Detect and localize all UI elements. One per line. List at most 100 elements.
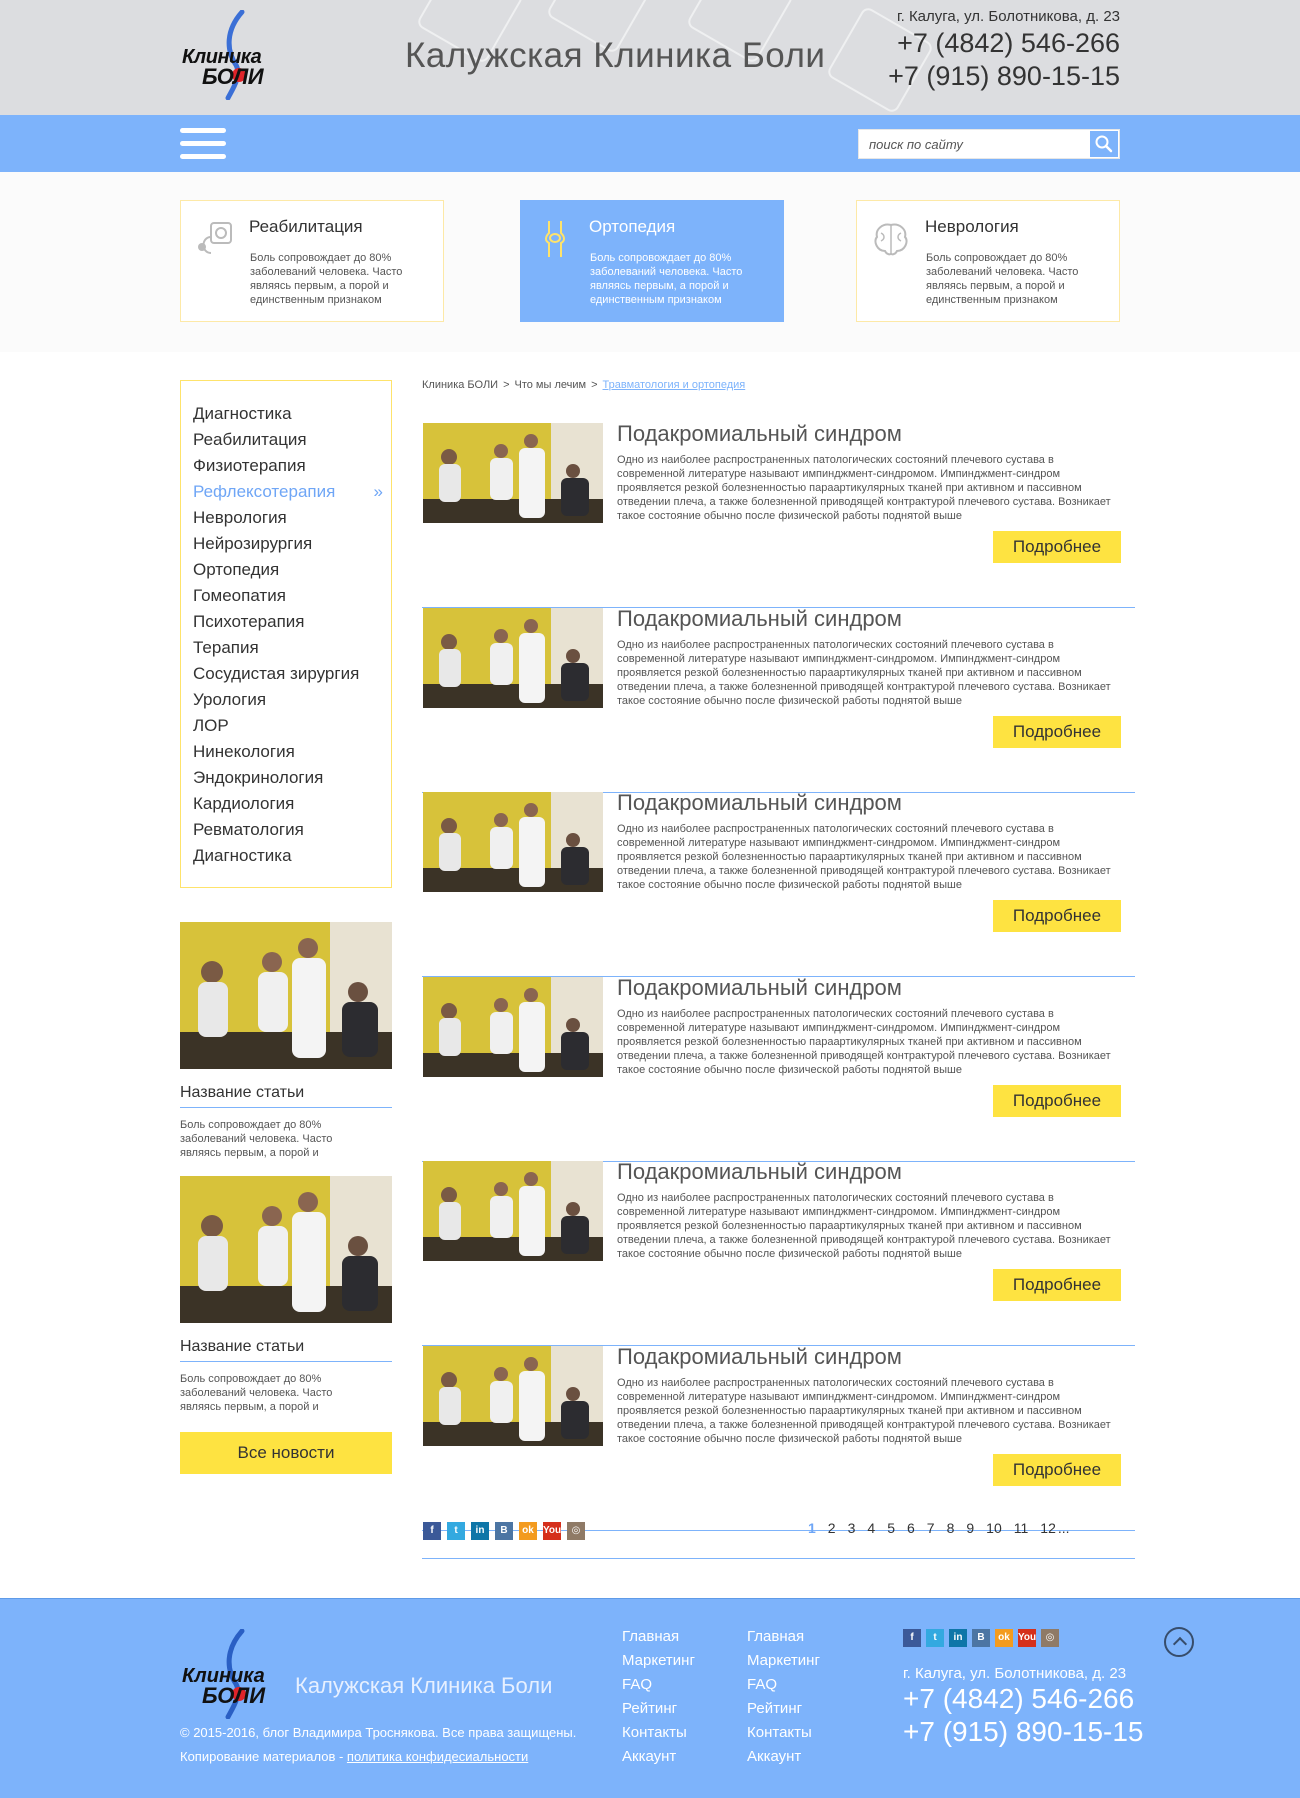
sidebar-item-rheumatology[interactable]: Ревматология xyxy=(181,817,391,843)
sidebar-item-psychotherapy[interactable]: Психотерапия xyxy=(181,609,391,635)
social-links: f t in Bok You ◎ xyxy=(423,1522,585,1540)
youtube-icon[interactable]: You xyxy=(1018,1629,1036,1647)
footer-link[interactable]: Аккаунт xyxy=(747,1745,820,1769)
breadcrumb-item[interactable]: Что мы лечим xyxy=(515,379,587,391)
read-more-button[interactable]: Подробнее xyxy=(993,531,1121,563)
footer-link[interactable]: Аккаунт xyxy=(622,1745,695,1769)
clinic-logo[interactable]: Клиника БОЛИ xyxy=(180,10,285,100)
sidebar-item-ent[interactable]: ЛОР xyxy=(181,713,391,739)
sidebar-item-therapy[interactable]: Терапия xyxy=(181,635,391,661)
page-link[interactable]: 6 xyxy=(907,1520,915,1536)
footer-logo[interactable]: Клиника БОЛИ xyxy=(180,1629,285,1719)
footer-phone-2[interactable]: +7 (915) 890-15-15 xyxy=(903,1716,1144,1748)
page-link[interactable]: 10 xyxy=(986,1520,1002,1536)
scroll-to-top-icon[interactable] xyxy=(1164,1627,1194,1657)
footer-link[interactable]: FAQ xyxy=(622,1673,695,1697)
page-link[interactable]: 12 xyxy=(1040,1520,1056,1536)
article-title[interactable]: Подакромиальный синдром xyxy=(617,421,902,447)
all-news-button[interactable]: Все новости xyxy=(180,1432,392,1474)
privacy-policy-link[interactable]: политика конфидесиальности xyxy=(347,1749,528,1764)
footer-link[interactable]: Маркетинг xyxy=(747,1649,820,1673)
sidebar-item-cardiology[interactable]: Кардиология xyxy=(181,791,391,817)
instagram-icon[interactable]: ◎ xyxy=(1041,1629,1059,1647)
vk-icon[interactable]: B xyxy=(495,1522,513,1540)
hamburger-menu-icon[interactable] xyxy=(180,128,226,161)
page-link[interactable]: 2 xyxy=(828,1520,836,1536)
sidebar-item-gynecology[interactable]: Нинекология xyxy=(181,739,391,765)
footer-link[interactable]: Рейтинг xyxy=(622,1697,695,1721)
sidebar-item-physiotherapy[interactable]: Физиотерапия xyxy=(181,453,391,479)
page-link[interactable]: 11 xyxy=(1014,1520,1029,1536)
sidebar-item-endocrinology[interactable]: Эндокринология xyxy=(181,765,391,791)
footer-phone-1[interactable]: +7 (4842) 546-266 xyxy=(903,1683,1134,1715)
read-more-button[interactable]: Подробнее xyxy=(993,900,1121,932)
search-input[interactable] xyxy=(859,130,1089,158)
sidebar-item-orthopedics[interactable]: Ортопедия xyxy=(181,557,391,583)
odnoklassniki-icon[interactable]: ok xyxy=(519,1522,537,1540)
read-more-button[interactable]: Подробнее xyxy=(993,1269,1121,1301)
read-more-button[interactable]: Подробнее xyxy=(993,1084,1121,1117)
breadcrumb-item[interactable]: Клиника БОЛИ xyxy=(422,379,498,391)
sidebar-item-reflexotherapy[interactable]: Рефлексотерапия» xyxy=(181,479,391,505)
sidebar-item-urology[interactable]: Урология xyxy=(181,687,391,713)
article-title[interactable]: Подакромиальный синдром xyxy=(617,975,902,1001)
footer-link[interactable]: FAQ xyxy=(747,1673,820,1697)
footer-link[interactable]: Рейтинг xyxy=(747,1697,820,1721)
sidebar-item-rehabilitation[interactable]: Реабилитация xyxy=(181,427,391,453)
page-link[interactable]: 8 xyxy=(947,1520,955,1536)
sidebar-article-title[interactable]: Название статьи xyxy=(180,1338,392,1362)
page-link[interactable]: 9 xyxy=(966,1520,974,1536)
footer-link[interactable]: Главная xyxy=(747,1625,820,1649)
sidebar-item-neurology[interactable]: Неврология xyxy=(181,505,391,531)
chevron-right-icon: » xyxy=(373,482,383,501)
twitter-icon[interactable]: t xyxy=(447,1522,465,1540)
page-link[interactable]: 4 xyxy=(867,1520,875,1536)
article-title[interactable]: Подакромиальный синдром xyxy=(617,1159,902,1185)
footer-link[interactable]: Контакты xyxy=(622,1721,695,1745)
footer-link[interactable]: Маркетинг xyxy=(622,1649,695,1673)
vk-icon[interactable]: B xyxy=(972,1629,990,1647)
page-link[interactable]: 7 xyxy=(927,1520,935,1536)
sidebar-article-title[interactable]: Название статьи xyxy=(180,1084,392,1108)
article-title[interactable]: Подакромиальный синдром xyxy=(617,606,902,632)
page-link[interactable]: 1 xyxy=(808,1520,816,1536)
article-title[interactable]: Подакромиальный синдром xyxy=(617,790,902,816)
service-card-neurology[interactable]: Неврология Боль сопровождает до 80% забо… xyxy=(856,200,1120,322)
sidebar-menu: Диагностика Реабилитация Физиотерапия Ре… xyxy=(180,380,392,888)
sidebar-item-homeopathy[interactable]: Гомеопатия xyxy=(181,583,391,609)
sidebar-article-desc: Боль сопровождает до 80% заболеваний чел… xyxy=(180,1373,333,1413)
twitter-icon[interactable]: t xyxy=(926,1629,944,1647)
facebook-icon[interactable]: f xyxy=(423,1522,441,1540)
sidebar-item-diagnostics-2[interactable]: Диагностика xyxy=(181,843,391,869)
header-address: г. Калуга, ул. Болотникова, д. 23 xyxy=(896,8,1120,25)
read-more-button[interactable]: Подробнее xyxy=(993,715,1121,748)
sidebar-item-diagnostics[interactable]: Диагностика xyxy=(181,401,391,427)
sidebar-item-vascular-surgery[interactable]: Сосудистая зирургия xyxy=(181,661,391,687)
sidebar-item-neurosurgery[interactable]: Нейрозирургия xyxy=(181,531,391,557)
sidebar-article[interactable]: Название статьи Боль сопровождает до 80%… xyxy=(180,922,392,1160)
footer-link[interactable]: Контакты xyxy=(747,1721,820,1745)
read-more-button[interactable]: Подробнее xyxy=(993,1453,1121,1486)
page-link[interactable]: 5 xyxy=(887,1520,895,1536)
logo-line-2: БОЛИ xyxy=(202,64,264,89)
linkedin-icon[interactable]: in xyxy=(471,1522,489,1540)
site-footer: Клиника БОЛИ Калужская Клиника Боли © 20… xyxy=(0,1598,1300,1798)
article-title[interactable]: Подакромиальный синдром xyxy=(617,1344,902,1370)
header-phone-1[interactable]: +7 (4842) 546-266 xyxy=(897,28,1120,59)
search-button[interactable] xyxy=(1090,131,1118,157)
service-card-rehabilitation[interactable]: Реабилитация Боль сопровождает до 80% за… xyxy=(180,200,444,322)
facebook-icon[interactable]: f xyxy=(903,1629,921,1647)
service-card-orthopedics[interactable]: Ортопедия Боль сопровождает до 80% забол… xyxy=(520,200,784,322)
youtube-icon[interactable]: You xyxy=(543,1522,561,1540)
footer-link[interactable]: Главная xyxy=(622,1625,695,1649)
linkedin-icon[interactable]: in xyxy=(949,1629,967,1647)
article-item: Подакромиальный синдром Одно из наиболее … xyxy=(422,1159,1135,1346)
breadcrumb-current[interactable]: Травматология и ортопедия xyxy=(603,379,746,391)
sidebar-article[interactable]: Название статьи Боль сопровождает до 80%… xyxy=(180,1176,392,1414)
search-box xyxy=(858,129,1120,159)
header-phone-2[interactable]: +7 (915) 890-15-15 xyxy=(888,61,1120,92)
instagram-icon[interactable]: ◎ xyxy=(567,1522,585,1540)
article-desc: Одно из наиболее распространенных патоло… xyxy=(617,1007,1111,1076)
page-link[interactable]: 3 xyxy=(848,1520,856,1536)
odnoklassniki-icon[interactable]: ok xyxy=(995,1629,1013,1647)
